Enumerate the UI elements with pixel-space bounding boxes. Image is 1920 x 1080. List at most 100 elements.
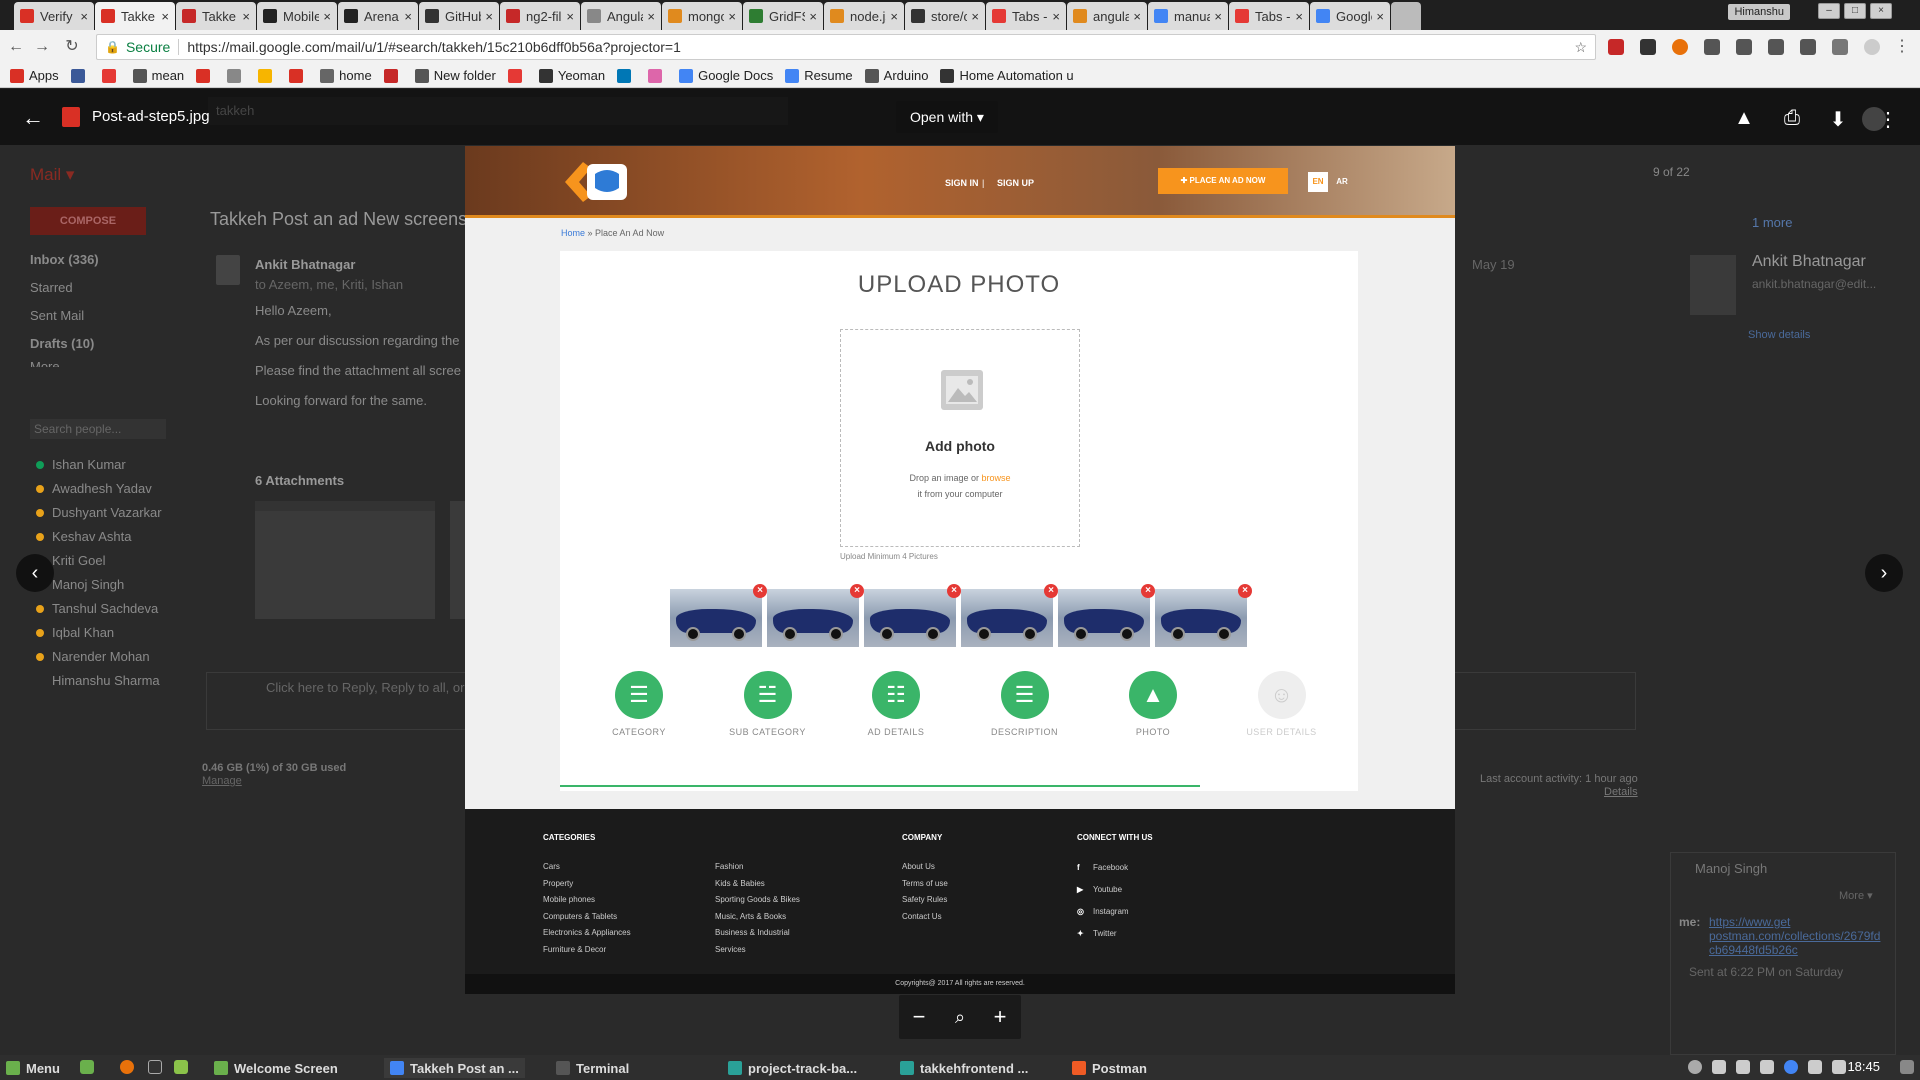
contact-item[interactable]: Iqbal Khan [36,625,114,640]
clock[interactable]: 18:45 [1847,1059,1880,1074]
browser-tab[interactable]: angula × [1067,2,1147,30]
footer-link[interactable]: Music, Arts & Books [715,909,800,926]
tab-close-icon[interactable]: × [323,9,331,24]
address-bar[interactable]: 🔒 Secure https://mail.google.com/mail/u/… [96,34,1596,60]
footer-link[interactable]: Safety Rules [902,892,948,909]
recipients[interactable]: to Azeem, me, Kriti, Ishan [255,277,403,292]
browser-tab[interactable]: node.js × [824,2,904,30]
bookmark-item[interactable]: Arduino [864,68,928,83]
puzzle-icon[interactable] [1768,39,1784,55]
photo-dropzone[interactable]: Add photo Drop an image or browse it fro… [840,329,1080,547]
sign-in-link[interactable]: SIGN IN [945,178,979,188]
uploaded-photo[interactable]: × [1058,584,1155,647]
footer-link[interactable]: Furniture & Decor [543,942,631,959]
more-vert-icon[interactable]: ⋮ [1876,107,1900,132]
extension-icon[interactable] [1640,39,1656,55]
bookmark-item[interactable]: Home Automation u [940,68,1074,83]
show-desktop-icon[interactable] [1900,1060,1914,1074]
footer-link[interactable]: Services [715,942,800,959]
back-arrow-icon[interactable]: ← [22,105,44,131]
remove-photo-icon[interactable]: × [850,584,864,598]
browser-tab[interactable]: Verify × [14,2,94,30]
step-ad-details[interactable]: ☷ AD DETAILS [841,671,951,737]
show-details-link[interactable]: Show details [1748,329,1810,341]
bookmark-item[interactable] [258,68,277,83]
nav-starred[interactable]: Starred [30,280,73,295]
nav-more[interactable]: More [30,359,60,367]
mail-menu[interactable]: Mail ▾ [30,165,74,185]
step-photo[interactable]: ▲ PHOTO [1098,671,1208,737]
step-sub-category[interactable]: ☱ SUB CATEGORY [713,671,823,737]
reload-icon[interactable]: ↻ [62,37,82,57]
bookmark-item[interactable]: Apps [10,68,59,83]
browser-tab[interactable]: store/c × [905,2,985,30]
attachment-thumbnail[interactable] [450,501,465,619]
social-link[interactable]: ◎ Instagram [1077,901,1129,923]
step-description[interactable]: ☰ DESCRIPTION [970,671,1080,737]
remove-photo-icon[interactable]: × [947,584,961,598]
tab-close-icon[interactable]: × [1295,9,1303,24]
zoom-out-icon[interactable]: − [904,1003,934,1031]
contact-item[interactable]: Narender Mohan [36,649,150,664]
uploaded-photo[interactable]: × [767,584,864,647]
footer-link[interactable]: About Us [902,859,948,876]
browser-tab[interactable]: Arena × [338,2,418,30]
browser-tab[interactable]: Mobile × [257,2,337,30]
contact-item[interactable]: Keshav Ashta [36,529,132,544]
taskbar-window[interactable]: project-track-ba... [728,1058,857,1078]
download-icon[interactable]: ⬇ [1826,107,1850,132]
bookmark-item[interactable]: home [320,68,372,83]
contact-item[interactable]: Himanshu Sharma [36,673,160,688]
puzzle-icon[interactable] [1704,39,1720,55]
breadcrumb-home[interactable]: Home [561,228,585,238]
nav-drafts[interactable]: Drafts (10) [30,336,94,351]
lang-en-button[interactable]: EN [1308,172,1328,192]
footer-link[interactable]: Fashion [715,859,800,876]
browser-tab[interactable]: ng2-fil × [500,2,580,30]
remove-photo-icon[interactable]: × [1141,584,1155,598]
step-user-details[interactable]: ☺ USER DETAILS [1227,671,1337,737]
firefox-icon[interactable] [120,1060,134,1074]
browser-menu-icon[interactable]: ⋮ [1892,37,1912,57]
bookmark-star-icon[interactable]: ☆ [1574,39,1587,56]
open-with-button[interactable]: Open with ▾ [896,101,998,133]
bookmark-item[interactable] [196,68,215,83]
footer-link[interactable]: Cars [543,859,631,876]
footer-link[interactable]: Business & Industrial [715,925,800,942]
footer-link[interactable]: Kids & Babies [715,876,800,893]
contact-item[interactable]: Awadhesh Yadav [36,481,152,496]
browser-tab[interactable]: Tabs - × [986,2,1066,30]
reply-hint[interactable]: Click here to Reply, Reply to all, or [266,680,464,695]
remove-photo-icon[interactable]: × [1044,584,1058,598]
footer-link[interactable]: Sporting Goods & Bikes [715,892,800,909]
extension-icon[interactable] [1672,39,1688,55]
browser-tab[interactable]: Takke × [176,2,256,30]
profile-button[interactable]: Himanshu [1728,4,1790,20]
footer-link[interactable]: Contact Us [902,909,948,926]
taskbar-window[interactable]: Terminal [556,1058,629,1078]
drive-add-icon[interactable]: ▲ [1732,107,1756,130]
next-image-button[interactable]: › [1865,554,1903,592]
back-icon[interactable]: ← [6,37,26,57]
browse-link[interactable]: browse [982,473,1011,483]
search-people-input[interactable]: Search people... [30,419,166,439]
uploaded-photo[interactable]: × [1155,584,1252,647]
browser-tab[interactable]: Takke × [95,2,175,30]
bookmark-item[interactable] [383,68,403,83]
taskbar-window[interactable]: Takkeh Post an ... [384,1058,525,1078]
bookmark-item[interactable]: Resume [785,68,853,83]
footer-link[interactable]: Mobile phones [543,892,631,909]
bookmark-item[interactable] [101,68,121,83]
tab-close-icon[interactable]: × [1133,9,1141,24]
previous-image-button[interactable]: ‹ [16,554,54,592]
chat-contact-name[interactable]: Manoj Singh [1695,861,1767,876]
extension-icon[interactable] [1864,39,1880,55]
chat-link[interactable]: https://www.get postman.com/collections/… [1709,915,1887,957]
tab-close-icon[interactable]: × [80,9,88,24]
chrome-icon[interactable] [1784,1060,1798,1074]
shield-icon[interactable] [1808,1060,1822,1074]
tab-close-icon[interactable]: × [647,9,655,24]
terminal-icon[interactable] [148,1060,162,1074]
contact-item[interactable]: Ishan Kumar [36,457,126,472]
file-manager-icon[interactable] [80,1060,94,1074]
